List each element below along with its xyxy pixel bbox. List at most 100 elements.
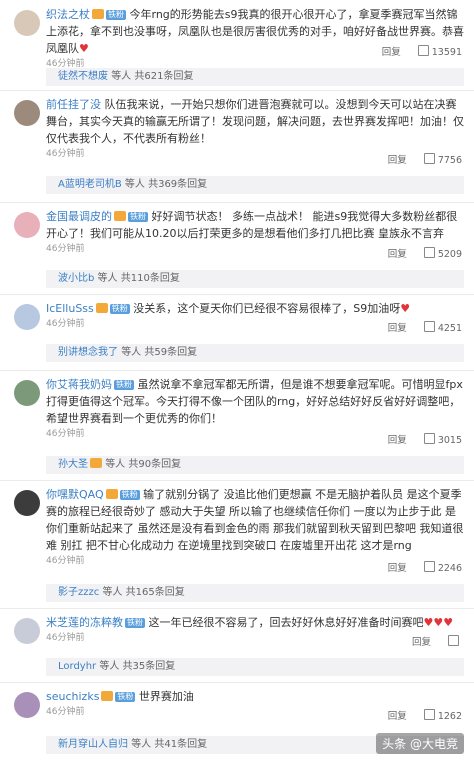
reply-button[interactable]: 回复 bbox=[382, 47, 401, 58]
comment-username[interactable]: 你艾蒋我奶妈 bbox=[46, 378, 112, 391]
avatar[interactable] bbox=[14, 490, 40, 516]
comment-feed: 织法之杖 铁粉 今年rng的形势能去s9我真的很开心很开心了，拿夏季赛冠军当然锦上… bbox=[0, 0, 474, 760]
more-replies-suffix: 条回复 bbox=[177, 179, 208, 190]
reply-button[interactable]: 回复 bbox=[412, 637, 431, 648]
thumb-up-icon bbox=[423, 709, 435, 720]
avatar[interactable] bbox=[14, 304, 40, 330]
comment-actions: 回复 3015 bbox=[374, 432, 462, 446]
reply-button[interactable]: 回复 bbox=[388, 563, 407, 574]
more-replies-prefix: 等人 共 bbox=[124, 179, 159, 190]
reply-username[interactable]: 新月穿山人自归 bbox=[58, 739, 128, 750]
comment-actions: 回复 4251 bbox=[374, 320, 462, 334]
more-replies-suffix: 条回复 bbox=[177, 739, 208, 750]
thumb-up-icon bbox=[423, 247, 435, 258]
divider bbox=[0, 608, 474, 609]
vip-icon bbox=[92, 9, 104, 19]
avatar[interactable] bbox=[14, 618, 40, 644]
like-button[interactable]: 13591 bbox=[417, 45, 462, 58]
avatar[interactable] bbox=[14, 10, 40, 36]
reply-button[interactable]: 回复 bbox=[388, 249, 407, 260]
reply-username[interactable]: 波小比b bbox=[58, 273, 94, 284]
divider bbox=[0, 294, 474, 295]
more-replies-prefix: 等人 共 bbox=[121, 347, 155, 358]
heart-icon: ♥♥♥ bbox=[423, 616, 454, 629]
like-button[interactable]: 4251 bbox=[423, 321, 462, 334]
more-replies-link[interactable]: 影子zzzc 等人 共165条回复 bbox=[46, 584, 464, 602]
comment-username[interactable]: seuchizks bbox=[46, 690, 99, 703]
comment-actions: 回复 2246 bbox=[374, 560, 462, 574]
more-replies-suffix: 条回复 bbox=[145, 661, 176, 672]
reply-count: 110 bbox=[130, 273, 150, 284]
comment-username[interactable]: 你嘿默QAQ bbox=[46, 488, 104, 501]
avatar[interactable] bbox=[14, 100, 40, 126]
vip-icon bbox=[105, 489, 118, 499]
reply-username[interactable]: Lordyhr bbox=[58, 661, 96, 672]
reply-username[interactable]: A蓝明老司机B bbox=[58, 179, 122, 190]
more-replies-link[interactable]: 徒然不想废 等人 共621条回复 bbox=[46, 68, 464, 86]
reply-count: 90 bbox=[138, 459, 152, 470]
like-button[interactable]: 3015 bbox=[423, 433, 462, 446]
more-replies-suffix: 条回复 bbox=[154, 587, 185, 598]
divider bbox=[0, 682, 474, 683]
reply-button[interactable]: 回复 bbox=[388, 435, 407, 446]
like-button[interactable]: 1262 bbox=[423, 709, 462, 722]
avatar[interactable] bbox=[14, 380, 40, 406]
comment-text: 世界赛加油 bbox=[138, 690, 194, 703]
more-replies-link[interactable]: 波小比b 等人 共110条回复 bbox=[46, 270, 464, 288]
heart-icon: ♥ bbox=[400, 302, 411, 315]
more-replies-suffix: 条回复 bbox=[163, 71, 194, 82]
avatar[interactable] bbox=[14, 692, 40, 718]
comment-actions: 回复 7756 bbox=[374, 152, 462, 166]
reply-count: 621 bbox=[144, 71, 164, 82]
vip-icon bbox=[90, 458, 102, 468]
fan-badge: 铁粉 bbox=[115, 692, 136, 702]
more-replies-prefix: 等人 共 bbox=[105, 459, 139, 470]
like-button[interactable]: 2246 bbox=[423, 561, 462, 574]
comment-username[interactable]: 米芝莲的冻粹教 bbox=[46, 616, 123, 629]
watermark: 头条 @大电竞 bbox=[376, 733, 464, 754]
comment-username[interactable]: 织法之杖 bbox=[46, 8, 90, 21]
reply-button[interactable]: 回复 bbox=[388, 711, 407, 722]
comment-username[interactable]: 金国最调皮的 bbox=[46, 210, 112, 223]
reply-count: 59 bbox=[154, 347, 168, 358]
more-replies-suffix: 条回复 bbox=[149, 273, 180, 284]
more-replies-prefix: 等人 共 bbox=[99, 661, 133, 672]
vip-icon bbox=[95, 303, 108, 313]
divider bbox=[0, 90, 474, 91]
comment-actions: 回复 5209 bbox=[374, 246, 462, 260]
like-button[interactable] bbox=[448, 635, 462, 648]
reply-button[interactable]: 回复 bbox=[388, 323, 407, 334]
more-replies-link[interactable]: 孙大圣 等人 共90条回复 bbox=[46, 456, 464, 474]
thumb-up-icon bbox=[417, 45, 429, 56]
comment-text: 这一年已经很不容易了，回去好好休息好好准备时间赛吧 bbox=[148, 616, 424, 629]
like-button[interactable]: 5209 bbox=[423, 247, 462, 260]
comment-actions: 回复 1262 bbox=[374, 708, 462, 722]
reply-username[interactable]: 别讲想念我了 bbox=[58, 347, 118, 358]
more-replies-link[interactable]: Lordyhr 等人 共35条回复 bbox=[46, 658, 464, 676]
reply-count: 35 bbox=[132, 661, 146, 672]
reply-username[interactable]: 孙大圣 bbox=[58, 459, 88, 470]
more-replies-prefix: 等人 共 bbox=[131, 739, 165, 750]
reply-count: 165 bbox=[135, 587, 155, 598]
avatar[interactable] bbox=[14, 212, 40, 238]
more-replies-link[interactable]: A蓝明老司机B 等人 共369条回复 bbox=[46, 176, 464, 194]
reply-count: 41 bbox=[164, 739, 178, 750]
thumb-up-icon bbox=[423, 153, 435, 164]
like-button[interactable]: 7756 bbox=[423, 153, 462, 166]
reply-username[interactable]: 徒然不想废 bbox=[58, 71, 108, 82]
reply-button[interactable]: 回复 bbox=[388, 155, 407, 166]
like-count: 13591 bbox=[431, 47, 462, 58]
more-replies-link[interactable]: 别讲想念我了 等人 共59条回复 bbox=[46, 344, 464, 362]
comment-actions: 回复 13591 bbox=[368, 44, 462, 58]
vip-icon bbox=[114, 211, 126, 221]
fan-badge: 铁粉 bbox=[106, 10, 126, 20]
like-count: 1262 bbox=[437, 711, 462, 722]
comment-username[interactable]: IcElluSss bbox=[46, 302, 94, 315]
comment-text: 没关系，这个夏天你们已经很不容易很棒了，S9加油呀 bbox=[133, 302, 401, 315]
more-replies-prefix: 等人 共 bbox=[111, 71, 145, 82]
reply-username[interactable]: 影子zzzc bbox=[58, 587, 99, 598]
comment-username[interactable]: 前任挂了没 bbox=[46, 98, 101, 111]
thumb-up-icon bbox=[448, 635, 459, 646]
fan-badge: 铁粉 bbox=[109, 304, 130, 314]
fan-badge: 铁粉 bbox=[114, 380, 134, 390]
